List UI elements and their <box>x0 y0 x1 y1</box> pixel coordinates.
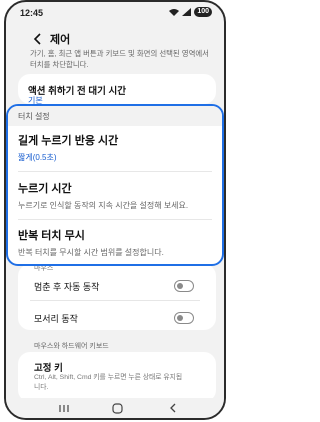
press-duration-description: 누르기로 인식할 동작의 지속 시간을 설정해 보세요. <box>18 201 189 210</box>
ignore-repeated-touch-description: 반복 터치를 무시할 시간 범위를 설정합니다. <box>18 248 164 257</box>
sticky-keys-description: Ctrl, Alt, Shift, Cmd 키를 누르면 누른 상태로 유지됩니… <box>34 374 183 391</box>
section-header: 터치 설정 <box>8 106 222 126</box>
auto-action-toggle[interactable] <box>174 280 194 292</box>
battery-icon: 100 <box>194 7 212 17</box>
status-time: 12:45 <box>20 8 44 18</box>
wifi-icon <box>169 9 180 16</box>
toggle-knob <box>176 314 183 321</box>
touch-settings-header: 터치 설정 <box>18 112 50 121</box>
page-title: 제어 <box>50 34 71 46</box>
toggle-knob <box>176 282 183 289</box>
long-press-delay-value: 짧게(0.5초) <box>18 153 57 162</box>
row-divider <box>30 300 200 301</box>
mouse-keyboard-section-header: 마우스와 하드웨어 키보드 <box>34 343 109 350</box>
item-divider <box>18 171 212 172</box>
recents-button[interactable] <box>56 402 72 414</box>
home-button[interactable] <box>109 402 125 414</box>
item-divider <box>18 219 212 220</box>
corner-action-label: 모서리 동작 <box>34 314 78 324</box>
press-duration-item[interactable]: 누르기 시간 누르기로 인식할 동작의 지속 시간을 설정해 보세요. <box>18 180 216 211</box>
status-icons: 100 <box>169 7 212 17</box>
status-bar: 12:45 100 <box>6 2 224 22</box>
ignore-repeated-touch-item[interactable]: 반복 터치 무시 반복 터치를 무시할 시간 범위를 설정합니다. <box>18 227 216 258</box>
recents-icon <box>59 404 69 412</box>
long-press-delay-title: 길게 누르기 반응 시간 <box>18 135 119 147</box>
touch-settings-callout: 터치 설정 길게 누르기 반응 시간 짧게(0.5초) 누르기 시간 누르기로 … <box>6 104 224 266</box>
navigation-bar <box>6 398 224 418</box>
interaction-block-description: 가기, 홈, 최근 앱 버튼과 키보드 및 화면의 선택된 영역에서 터치를 차… <box>30 49 209 69</box>
long-press-delay-item[interactable]: 길게 누르기 반응 시간 짧게(0.5초) <box>18 132 216 163</box>
auto-action-label: 멈춘 후 자동 동작 <box>34 282 100 292</box>
back-icon <box>169 403 175 413</box>
sticky-keys-title: 고정 키 <box>34 363 63 374</box>
signal-icon <box>182 8 192 16</box>
chevron-left-icon <box>33 33 41 45</box>
back-nav-button[interactable] <box>164 402 180 414</box>
ignore-repeated-touch-title: 반복 터치 무시 <box>18 230 85 242</box>
press-duration-title: 누르기 시간 <box>18 183 72 195</box>
corner-action-toggle[interactable] <box>174 312 194 324</box>
home-icon <box>111 402 123 414</box>
back-button[interactable] <box>28 30 46 48</box>
